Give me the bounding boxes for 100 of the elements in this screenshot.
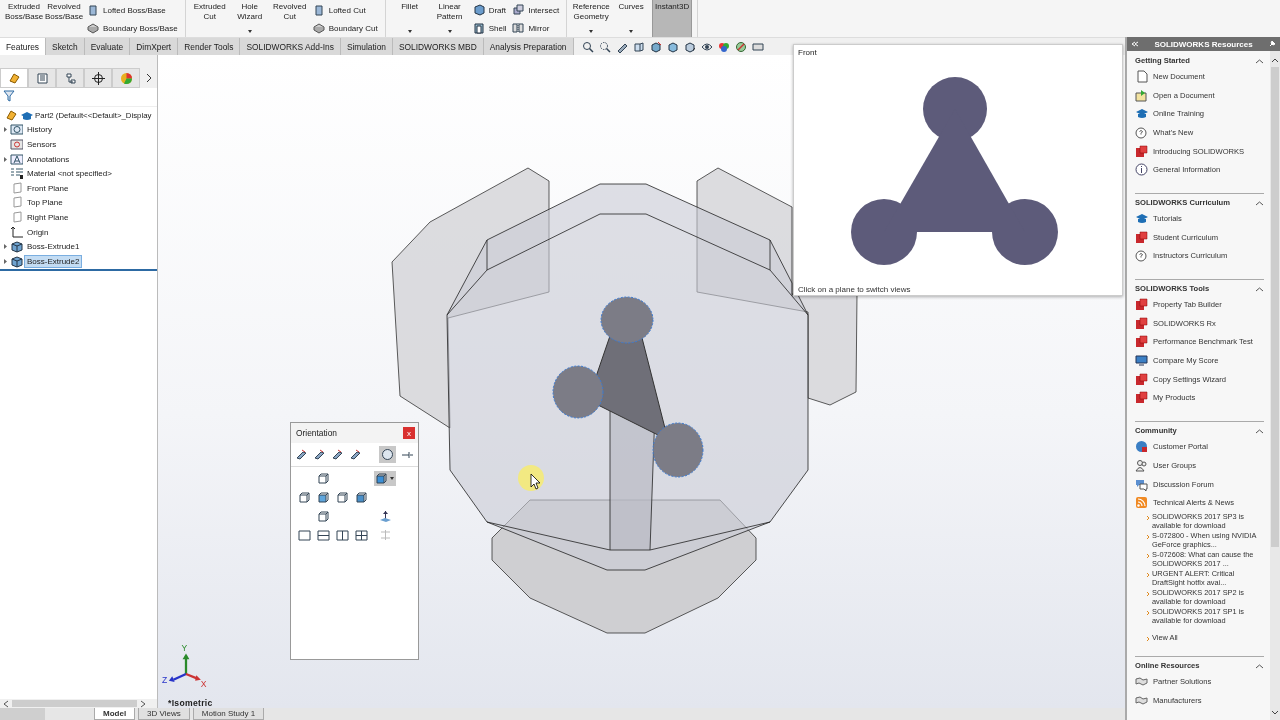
command-tab[interactable]: SOLIDWORKS MBD — [393, 38, 484, 55]
normal-to-icon[interactable] — [378, 510, 392, 523]
left-view-icon[interactable] — [298, 491, 311, 504]
tree-item[interactable]: Origin — [25, 226, 51, 238]
ribbon-button[interactable]: Reference Geometry — [572, 0, 611, 37]
ribbon-button[interactable]: Extruded Cut — [190, 0, 229, 37]
caret-icon[interactable] — [389, 476, 395, 481]
ribbon-button[interactable]: Hole Wizard — [230, 0, 269, 37]
collapse-icon[interactable] — [1255, 57, 1264, 64]
history-icon — [10, 123, 23, 137]
collapse-icon[interactable] — [1255, 285, 1264, 292]
collapse-icon[interactable] — [1255, 199, 1264, 206]
ribbon-button[interactable]: Revolved Boss/Base — [45, 0, 83, 37]
section-view-icon[interactable] — [632, 40, 645, 53]
right-view-icon[interactable] — [336, 491, 349, 504]
tree-item[interactable]: Right Plane — [25, 211, 71, 223]
command-tab[interactable]: DimXpert — [130, 38, 179, 55]
model-tab[interactable]: 3D Views — [138, 708, 190, 720]
feature-manager-icon[interactable] — [7, 71, 21, 85]
front-view-icon[interactable] — [317, 491, 330, 504]
ribbon-button[interactable]: Intersect — [510, 3, 562, 17]
ribbon-button[interactable]: Shell — [470, 21, 509, 35]
tree-item[interactable]: Sensors — [25, 139, 59, 150]
collapse-icon[interactable] — [1255, 662, 1264, 669]
hint-text: Click on a plane to switch views — [798, 285, 911, 294]
tree-item[interactable]: Material <not specified> — [25, 168, 114, 180]
close-button[interactable]: x — [403, 427, 415, 439]
help-icon — [1135, 125, 1148, 139]
command-tab[interactable]: SOLIDWORKS Add-Ins — [240, 38, 341, 55]
display-style-icon[interactable] — [683, 40, 696, 53]
scroll-right-icon[interactable] — [140, 699, 146, 708]
ribbon-button[interactable]: Draft — [470, 3, 509, 17]
isometric-view-icon[interactable] — [375, 472, 388, 485]
model-tab[interactable]: Motion Study 1 — [192, 708, 265, 720]
ribbon-button[interactable]: Fillet — [390, 0, 429, 37]
command-tab[interactable]: Evaluate — [84, 38, 131, 55]
ribbon-button[interactable]: Boundary Boss/Base — [85, 21, 180, 35]
ribbon-button[interactable]: Revolved Cut — [270, 0, 309, 37]
tree-item[interactable]: Boss-Extrude2 — [25, 255, 82, 267]
ribbon-button[interactable]: Boundary Cut — [310, 21, 380, 35]
tree-item[interactable]: Boss-Extrude1 — [25, 241, 82, 253]
ribbon-button[interactable]: Linear Pattern — [430, 0, 469, 37]
handshake-icon — [1135, 693, 1148, 707]
ribbon-button[interactable]: Curves — [612, 0, 651, 37]
ribbon-button[interactable]: Instant3D — [652, 0, 693, 37]
two-view-horizontal-icon[interactable] — [317, 529, 330, 542]
collapse-icon[interactable] — [1131, 41, 1139, 47]
command-tab[interactable]: Features — [0, 38, 47, 55]
dynamic-annotation-icon[interactable] — [649, 40, 662, 53]
expand-arrow-icon[interactable] — [3, 155, 8, 163]
zoom-to-area-icon[interactable] — [598, 40, 611, 53]
flange-plate[interactable] — [696, 167, 858, 406]
command-tab[interactable]: Simulation — [340, 38, 393, 55]
dimxpert-icon[interactable] — [91, 71, 105, 85]
scene-icon[interactable] — [734, 40, 747, 53]
command-tab[interactable]: Sketch — [46, 38, 85, 55]
horizontal-scrollbar[interactable] — [0, 699, 157, 708]
vertical-scrollbar[interactable] — [1270, 51, 1280, 720]
flange-plate[interactable] — [491, 499, 757, 634]
display-manager-icon[interactable] — [119, 71, 133, 85]
ribbon-button[interactable]: Extruded Boss/Base — [5, 0, 43, 37]
view-settings-icon[interactable] — [751, 40, 764, 53]
three-lobe-boss[interactable] — [552, 296, 704, 478]
chevron-right-icon[interactable] — [145, 73, 153, 83]
expand-arrow-icon[interactable] — [3, 257, 8, 265]
graduation-cap-icon — [1135, 107, 1148, 121]
expand-arrow-icon[interactable] — [3, 243, 8, 251]
four-view-icon[interactable] — [355, 529, 368, 542]
ribbon-button[interactable]: Lofted Boss/Base — [85, 3, 180, 17]
property-manager-icon[interactable] — [35, 71, 49, 85]
command-tab[interactable]: Render Tools — [178, 38, 241, 55]
ribbon-button[interactable]: Lofted Cut — [310, 3, 380, 17]
top-view-icon[interactable] — [317, 472, 330, 485]
zoom-to-fit-icon[interactable] — [581, 40, 594, 53]
model-tab[interactable]: Model — [94, 708, 136, 720]
view-orientation-icon[interactable] — [666, 40, 679, 53]
back-view-icon[interactable] — [355, 491, 368, 504]
single-view-icon[interactable] — [298, 529, 311, 542]
filter-icon[interactable] — [3, 90, 15, 102]
command-tab[interactable]: Analysis Preparation — [483, 38, 574, 55]
tree-item[interactable]: Annotations — [25, 153, 72, 165]
scroll-left-icon[interactable] — [3, 699, 9, 708]
plane-icon — [10, 181, 23, 195]
tree-item[interactable]: History — [25, 124, 54, 136]
flange-plate[interactable] — [391, 167, 550, 429]
collapse-icon[interactable] — [1255, 427, 1264, 434]
ribbon-button[interactable]: Mirror — [510, 21, 562, 35]
draft-icon — [472, 4, 485, 16]
two-view-vertical-icon[interactable] — [336, 529, 349, 542]
bottom-view-icon[interactable] — [317, 510, 330, 523]
plane-icon — [10, 210, 23, 224]
scroll-up-icon[interactable] — [1271, 57, 1279, 63]
hide-show-icon[interactable] — [700, 40, 713, 53]
expand-arrow-icon[interactable] — [3, 126, 8, 134]
tree-item[interactable]: Top Plane — [25, 197, 65, 209]
view-preview-popup[interactable]: Front Click on a plane to switch views — [793, 44, 1123, 296]
configuration-manager-icon[interactable] — [63, 71, 77, 85]
appearance-icon[interactable] — [717, 40, 730, 53]
scroll-down-icon[interactable] — [1271, 710, 1279, 716]
tree-item[interactable]: Front Plane — [25, 182, 71, 194]
